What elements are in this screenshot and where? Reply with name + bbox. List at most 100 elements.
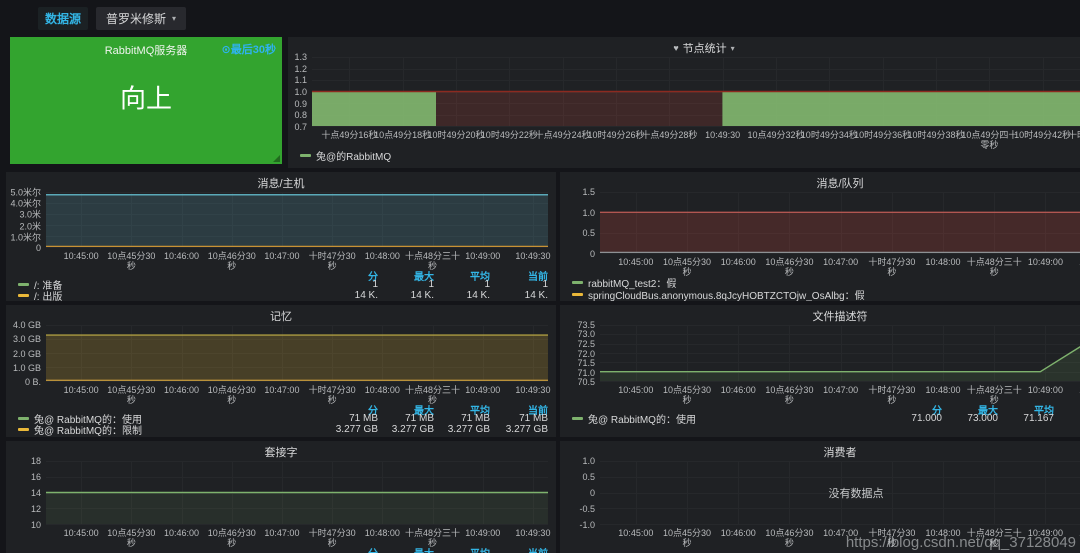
x-tick-line2: 零秒 <box>961 140 1017 150</box>
plot-area <box>46 192 548 248</box>
panel-title[interactable]: 记忆 <box>6 305 556 325</box>
x-tick-line1: 10点45分30 <box>107 528 155 538</box>
legend-series-marker <box>572 293 583 296</box>
legend-label-text: springCloudBus.anonymous.8qJcyHOBTZCTOjw… <box>588 287 865 302</box>
x-tick-line2: 秒 <box>868 395 915 405</box>
panel-title[interactable]: 消息/队列 <box>560 172 1080 192</box>
x-tick-line1: 10:46:00 <box>164 251 199 261</box>
x-tick-line1: 10点49分18秒 <box>374 130 431 140</box>
x-tick-line1: 10:48:00 <box>365 251 400 261</box>
x-tick-line2: 秒 <box>405 261 460 271</box>
panel-title-text: 消息/队列 <box>816 175 863 191</box>
heart-icon: ♥ <box>673 43 678 53</box>
plot-row: 4.0 GB3.0 GB2.0 GB1.0 GB0 B. <box>8 325 554 382</box>
x-tick-line1: 10:45:00 <box>64 251 99 261</box>
chart-node-stats: 1.31.21.11.00.90.80.7十点49分16秒10点49分18秒10… <box>290 57 1080 168</box>
x-tick-line1: 10:49:00 <box>1028 385 1063 395</box>
legend-series-marker <box>18 283 29 286</box>
x-tick-line2: 秒 <box>309 538 356 548</box>
legend-label-text: 兔@的RabbitMQ <box>316 148 391 163</box>
legend-value: 73.000 <box>1054 413 1080 424</box>
legend-series-marker <box>18 428 29 431</box>
plot-area <box>46 325 548 382</box>
legend-series-marker <box>300 154 311 157</box>
legend: rabbitMQ_test2：假springCloudBus.anonymous… <box>562 274 1080 300</box>
legend-label: 兔@ RabbitMQ的：使用 <box>572 411 886 426</box>
legend-item[interactable]: 兔@的RabbitMQ <box>300 149 1080 161</box>
x-tick-label: 10:47:00 <box>264 251 299 261</box>
legend-item[interactable]: springCloudBus.anonymous.8qJcyHOBTZCTOjw… <box>572 288 1080 300</box>
panel-title-text: 记忆 <box>270 308 292 324</box>
y-tick-label: -1.0 <box>579 520 595 530</box>
series-plot <box>600 192 1080 253</box>
x-tick-label: 10:47:00 <box>823 385 858 395</box>
x-tick-label: 10时49分22秒 <box>481 130 538 140</box>
resize-handle[interactable] <box>273 155 280 162</box>
x-tick-line1: 10:45:00 <box>618 257 653 267</box>
x-tick-label: 10点49分32秒 <box>747 130 804 140</box>
timeshift-badge: ⊙最后30秒 <box>222 41 276 57</box>
x-tick-line1: 10:49:00 <box>1028 257 1063 267</box>
x-tick-line1: 10:45:00 <box>618 528 653 538</box>
legend-label: /: 出版 <box>18 288 322 301</box>
datasource-select[interactable]: 普罗米修斯 ▾ <box>96 7 186 30</box>
x-tick-label: 10点46分30秒 <box>765 385 813 405</box>
x-tick-line2: 秒 <box>967 395 1022 405</box>
x-tick-line1: 10点45分30 <box>107 385 155 395</box>
panel-title[interactable]: ♥ 节点统计 ▾ <box>288 37 1080 57</box>
legend-label-text: 兔@ RabbitMQ的：限制 <box>34 422 142 437</box>
x-tick-label: 十点49分16秒 <box>321 130 377 140</box>
panel-memory: 记忆 4.0 GB3.0 GB2.0 GB1.0 GB0 B.10:45:001… <box>6 305 556 437</box>
x-axis: 十点49分16秒10点49分18秒10时49分20秒10时49分22秒十点49分… <box>312 127 1080 147</box>
legend-value: 1 <box>378 279 434 290</box>
datasource-label: 数据源 <box>38 7 88 30</box>
panel-sockets: 套接字 1816141210 10:45:00 10点45分30 秒 10:46:00 1… <box>6 441 556 553</box>
y-axis: 1.31.21.11.00.90.80.7 <box>290 57 312 127</box>
y-tick-label: 70.5 <box>577 377 595 387</box>
x-tick-line1: 10:46:00 <box>721 385 756 395</box>
y-tick-label: 14 <box>31 488 41 498</box>
y-tick-label: 1.0 <box>582 456 595 466</box>
y-tick-label: 1.0米尔 <box>10 230 41 243</box>
y-tick-label: 1.3 <box>294 52 307 62</box>
panel-title[interactable]: 文件描述符 <box>560 305 1080 325</box>
series-plot <box>312 57 1080 126</box>
x-tick-label: 10点45分30秒 <box>663 257 711 277</box>
x-tick-label: 10:46:00 <box>721 385 756 395</box>
legend-row[interactable]: /: 出版14 K.14 K.14 K.14 K. <box>18 290 548 301</box>
y-tick-label: 0 <box>36 243 41 253</box>
x-tick-line1: 10点49分四十 <box>961 130 1017 140</box>
legend-value: 71.000 <box>886 413 942 424</box>
plot-row: 1816141210 <box>8 461 554 525</box>
x-tick-line1: 10:45:00 <box>64 528 99 538</box>
x-tick-line1: 10:49:30 <box>705 130 740 140</box>
legend-series-marker <box>572 281 583 284</box>
x-tick-label: 10:49:30 <box>705 130 740 140</box>
legend-value: 71 MB <box>490 413 548 424</box>
x-tick-line1: 10:46:00 <box>164 528 199 538</box>
panel-messages-queue: 消息/队列 1.51.00.5010:45:0010点45分30秒10:46:0… <box>560 172 1080 301</box>
panel-title-text: 消费者 <box>824 444 857 460</box>
x-tick-line1: 十点48分三十 <box>405 528 460 538</box>
x-tick-label: 10:49:00 <box>465 528 500 538</box>
panel-title[interactable]: 套接字 <box>6 441 556 461</box>
legend-value: 71 MB <box>434 413 490 424</box>
legend: 分最大平均当前兔@ RabbitMQ的：使用71.00073.00071.167… <box>562 402 1080 424</box>
legend-value: 14 K. <box>378 290 434 301</box>
x-tick-label: 10:48:00 <box>926 257 961 267</box>
legend-row[interactable]: 兔@ RabbitMQ的：限制3.277 GB3.277 GB3.277 GB3… <box>18 424 548 435</box>
x-tick-line1: 十时47分30 <box>868 385 915 395</box>
panel-title[interactable]: 消息/主机 <box>6 172 556 192</box>
legend-value: 14 K. <box>434 290 490 301</box>
panel-messages-host: 消息/主机 5.0米尔4.0米尔3.0米2.0米1.0米尔010:45:0010… <box>6 172 556 301</box>
legend-row[interactable]: 兔@ RabbitMQ的：使用71.00073.00071.16773.000 <box>572 413 1080 424</box>
legend: 分最大平均当前兔@ RabbitMQ的：使用71 MB71 MB71 MB71 … <box>8 402 554 435</box>
x-tick-line2: 秒 <box>208 395 256 405</box>
x-tick-label: 10:49:00 <box>465 385 500 395</box>
panel-title[interactable]: 消费者 <box>560 441 1080 461</box>
x-tick-label: 10点45分30秒 <box>107 385 155 405</box>
x-tick-line1: 10时49分20秒 <box>427 130 484 140</box>
x-tick-label: 10时49分26秒 <box>587 130 644 140</box>
legend-value: 1 <box>490 279 548 290</box>
y-axis: 1.51.00.50 <box>562 192 600 254</box>
